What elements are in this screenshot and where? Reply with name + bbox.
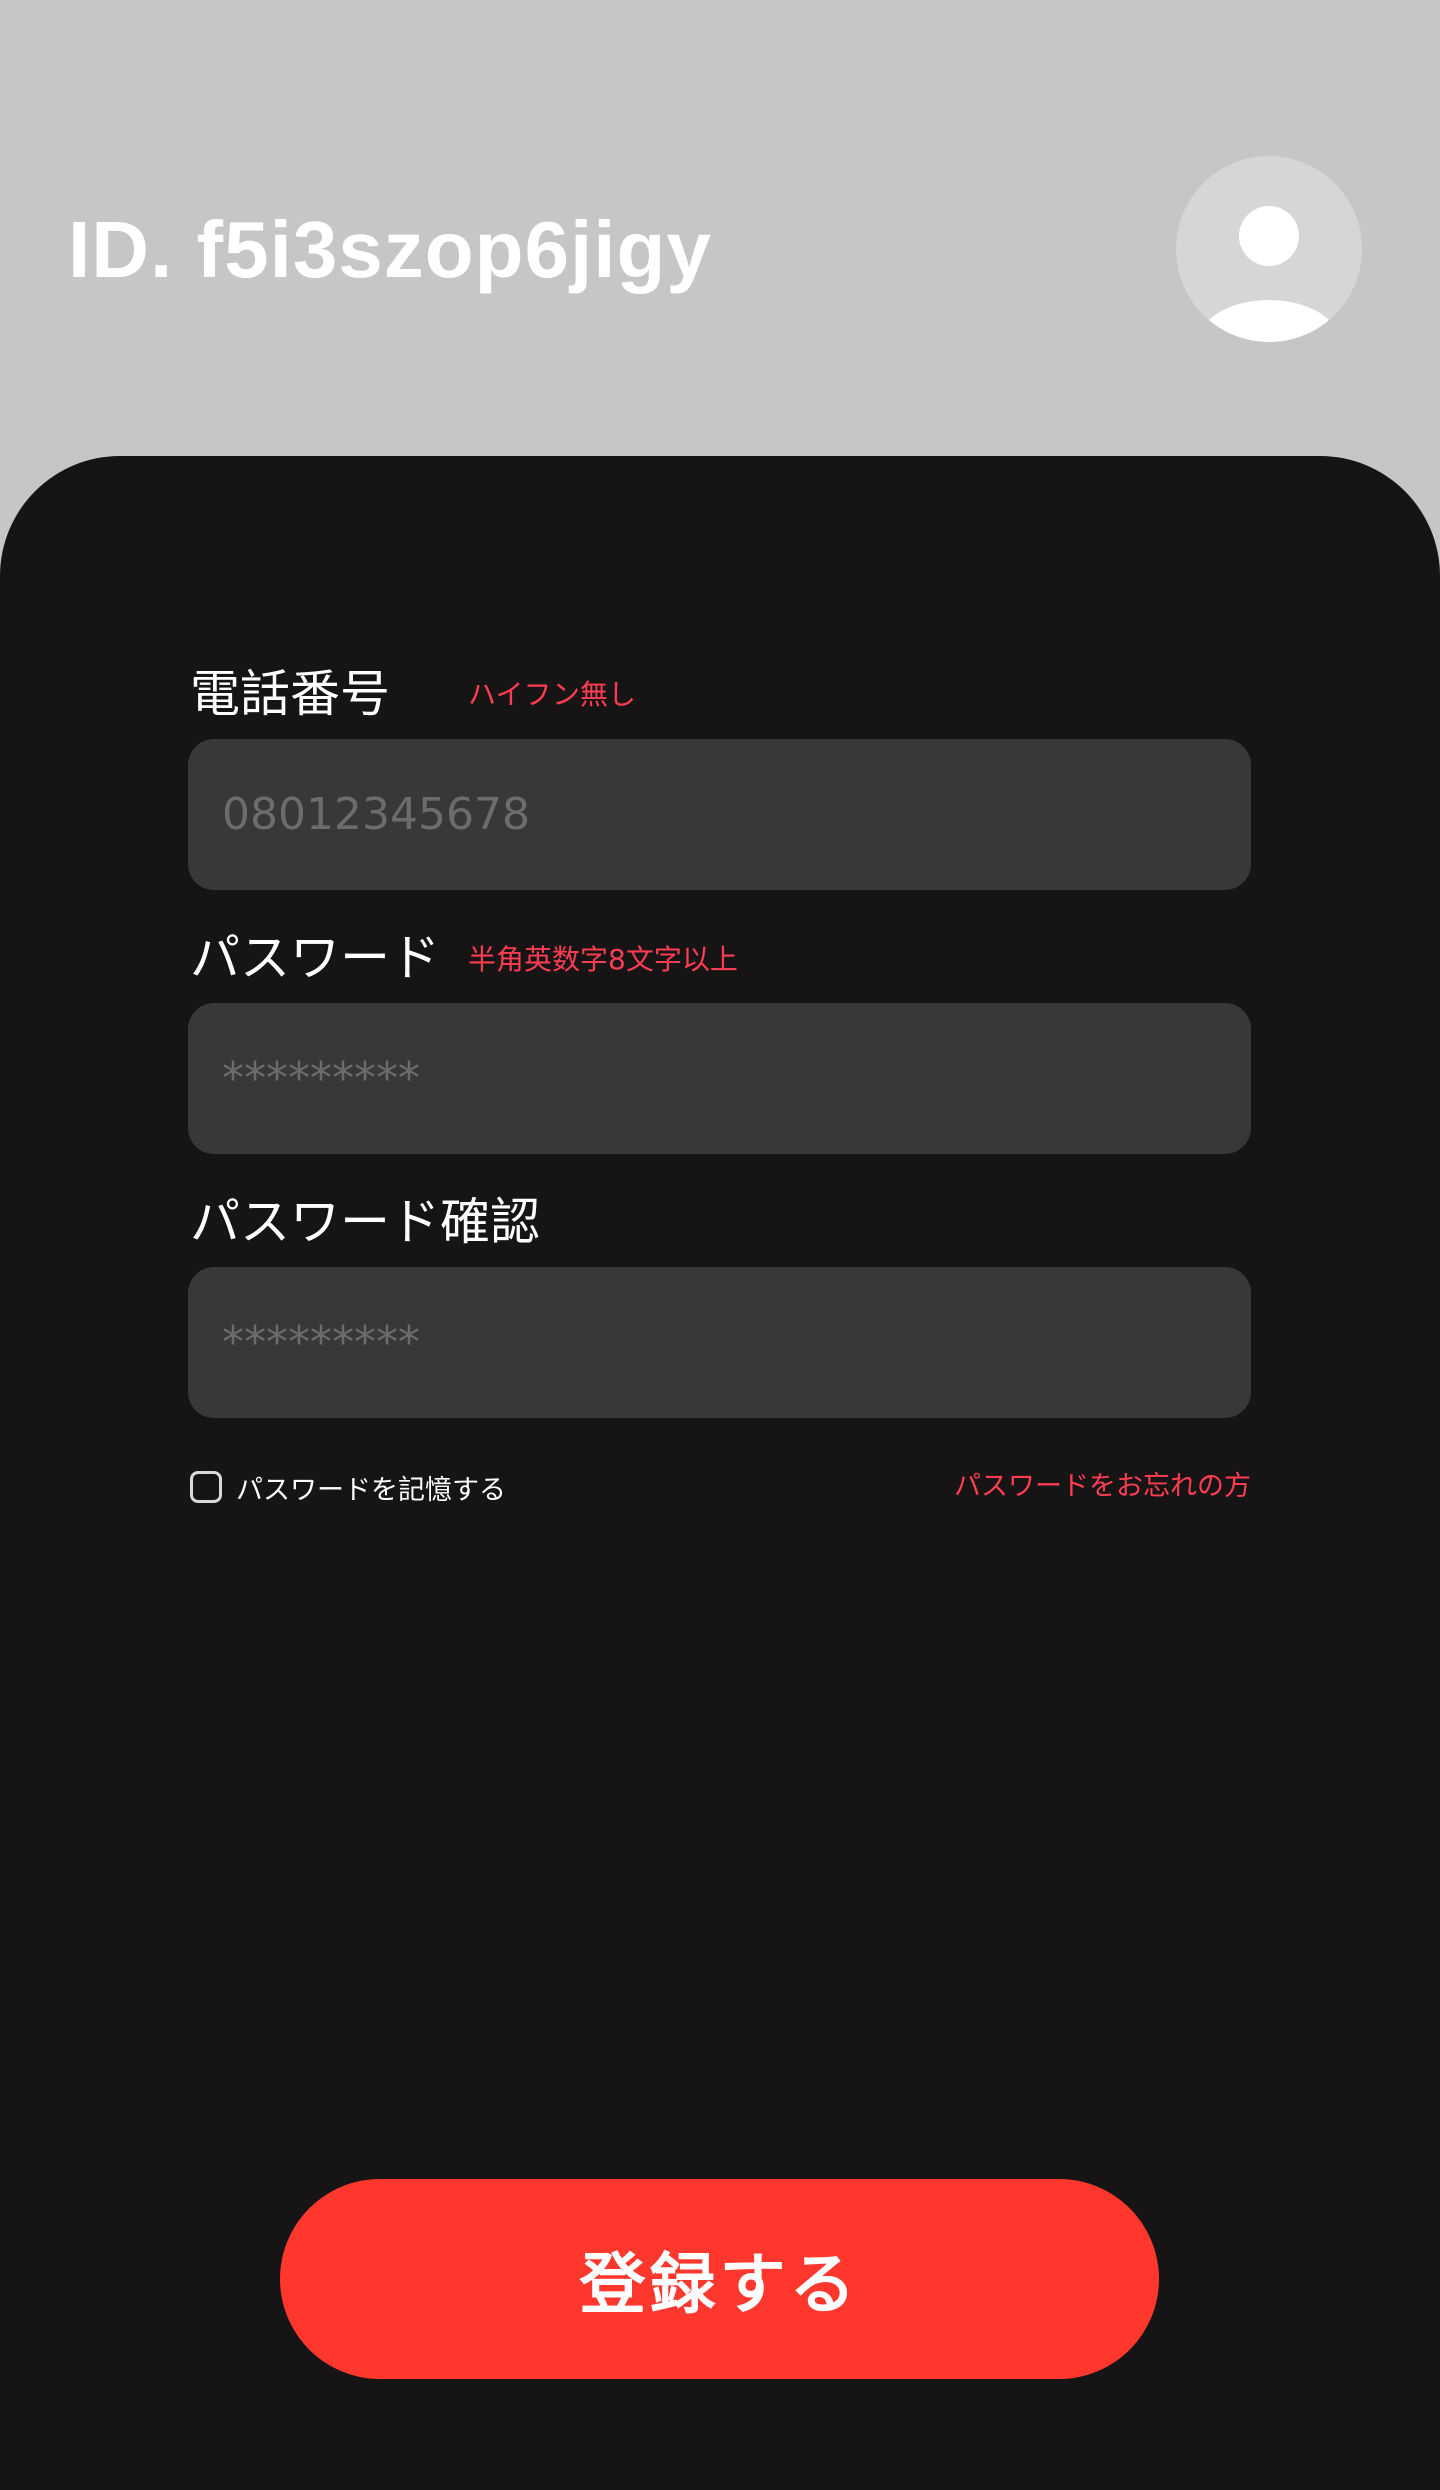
user-id-title: ID. f5i3szop6jigy	[68, 205, 712, 294]
remember-password-row[interactable]: パスワードを記憶する	[190, 1467, 506, 1507]
user-avatar-icon[interactable]	[1176, 156, 1362, 342]
forgot-password-link[interactable]: パスワードをお忘れの方	[954, 1467, 1251, 1507]
avatar-silhouette	[1197, 206, 1341, 342]
phone-input[interactable]	[222, 739, 1212, 890]
password-confirm-field-box	[188, 1267, 1251, 1418]
password-confirm-input[interactable]	[222, 1267, 1212, 1418]
password-input[interactable]	[222, 1003, 1212, 1154]
phone-hint: ハイフン無し	[468, 678, 637, 711]
remember-password-label: パスワードを記憶する	[236, 1474, 506, 1506]
profile-header: ID. f5i3szop6jigy	[0, 0, 1440, 460]
phone-label: 電話番号	[190, 665, 390, 723]
phone-field-box	[188, 739, 1251, 890]
password-label: パスワード	[190, 929, 440, 987]
password-hint: 半角英数字8文字以上	[468, 943, 738, 976]
register-button[interactable]: 登録する	[280, 2179, 1159, 2379]
password-field-box	[188, 1003, 1251, 1154]
password-confirm-label: パスワード確認	[190, 1193, 540, 1251]
remember-password-checkbox[interactable]	[190, 1471, 222, 1503]
